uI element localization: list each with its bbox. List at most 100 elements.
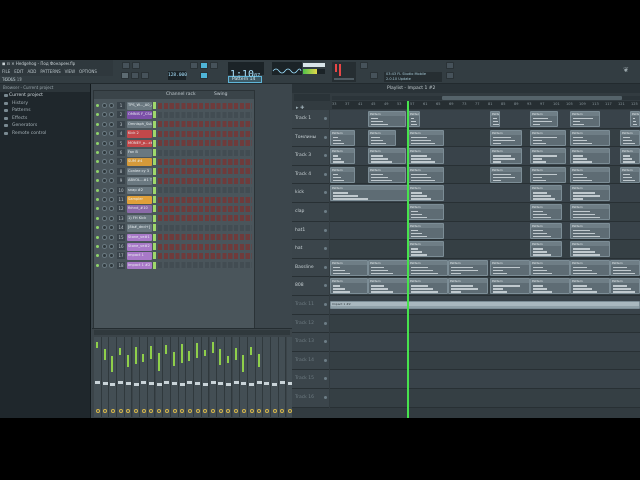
channel-led[interactable] (96, 169, 99, 173)
loop-record-icon[interactable] (200, 72, 208, 79)
volume-fader[interactable] (264, 382, 270, 385)
pattern-clip[interactable]: Pattern (368, 111, 406, 127)
track-mute-button[interactable] (324, 321, 327, 325)
track-lane[interactable]: PatternPatternPatternPatternPatternPatte… (330, 147, 640, 166)
channel-row[interactable]: 2OMNIS F_CSAXS (94, 110, 254, 119)
track-lane[interactable]: PatternPatternPatternPatternPatternPatte… (330, 258, 640, 278)
mixer-insert[interactable] (117, 337, 125, 417)
send-knob[interactable] (172, 409, 177, 413)
channel-select[interactable] (153, 252, 156, 260)
channel-select[interactable] (153, 158, 156, 166)
pattern-clip[interactable]: Pattern (448, 259, 488, 276)
mixer-insert[interactable] (217, 337, 225, 417)
channel-led[interactable] (96, 263, 99, 267)
channel-led[interactable] (96, 216, 99, 220)
play-button[interactable] (121, 72, 129, 79)
pan-knob[interactable] (102, 187, 107, 193)
track-mute-button[interactable] (324, 154, 327, 158)
volume-knob[interactable] (109, 178, 114, 184)
track-lane[interactable] (330, 389, 640, 408)
channel-row[interactable]: 18 Impact 1 #2 (94, 261, 254, 270)
channel-row[interactable]: 13 1) FH Kick (94, 214, 254, 223)
track-header[interactable]: Track 13 (292, 333, 329, 352)
menu-item-add[interactable]: ADD (25, 68, 38, 76)
pattern-clip[interactable]: Pattern (630, 111, 640, 127)
mixer-insert[interactable] (255, 337, 264, 417)
volume-fader[interactable] (148, 382, 154, 385)
browser-item[interactable]: Current project (0, 92, 90, 100)
pan-knob[interactable] (102, 215, 107, 221)
channel-led[interactable] (96, 207, 99, 211)
mixer-track-number[interactable]: 5 (117, 139, 125, 147)
mixer-insert[interactable] (101, 337, 110, 417)
mixer-insert[interactable] (201, 337, 210, 417)
pattern-clip[interactable]: Pattern (530, 278, 570, 295)
channel-select[interactable] (153, 167, 156, 175)
pattern-clip[interactable]: Pattern (620, 148, 640, 165)
pattern-clip[interactable]: Pattern (408, 278, 448, 295)
step-sequencer[interactable] (158, 262, 252, 269)
mixer-insert[interactable] (263, 337, 271, 417)
channel-led[interactable] (96, 245, 99, 248)
mixer-insert[interactable] (124, 337, 133, 417)
pattern-clip[interactable]: Pattern (408, 129, 444, 146)
channel-name-button[interactable]: fbhnd_#10 (127, 205, 152, 213)
channel-select[interactable] (153, 224, 156, 232)
channel-select[interactable] (153, 111, 156, 119)
channel-row[interactable]: 15 Stone_ve#1 (94, 233, 254, 242)
track-mute-button[interactable] (324, 303, 327, 306)
pattern-clip[interactable]: Pattern (368, 278, 408, 295)
pattern-clip[interactable]: Pattern (408, 111, 420, 127)
browser-item[interactable]: Patterns (0, 107, 90, 115)
pattern-clip[interactable]: Pattern (530, 111, 558, 127)
send-knob[interactable] (234, 409, 239, 413)
pattern-clip[interactable]: Pattern (330, 148, 355, 165)
pattern-clip[interactable]: Pattern (610, 259, 640, 276)
send-knob[interactable] (164, 409, 169, 413)
pattern-clip[interactable]: Pattern (570, 148, 610, 165)
step-sequencer[interactable] (158, 121, 252, 128)
send-knob[interactable] (218, 409, 223, 413)
pattern-clip[interactable]: Pattern (620, 129, 640, 146)
audio-clip[interactable]: Impact 1 #2 (330, 301, 640, 309)
pattern-clip[interactable]: Pattern (610, 278, 640, 295)
volume-knob[interactable] (109, 112, 114, 118)
mixer-insert[interactable] (240, 337, 248, 417)
mixer-insert[interactable] (178, 337, 187, 417)
pattern-clip[interactable]: Pattern (490, 129, 522, 146)
pan-knob[interactable] (102, 225, 107, 231)
send-knob[interactable] (126, 409, 131, 413)
pan-knob[interactable] (102, 168, 107, 174)
volume-knob[interactable] (109, 187, 114, 193)
mixer-track-number[interactable]: 15 (117, 233, 125, 241)
step-sequencer[interactable] (158, 140, 252, 147)
mixer-insert[interactable] (132, 337, 140, 417)
channel-row[interactable]: 11 Sampler (94, 195, 254, 204)
pattern-clip[interactable]: Pattern (448, 278, 488, 295)
step-edit-icon[interactable] (200, 62, 208, 69)
send-knob[interactable] (157, 409, 162, 413)
window-controls[interactable]: ◼ ⊟ ✕ (0, 61, 15, 66)
pattern-clip[interactable]: Pattern (408, 222, 444, 239)
send-knob[interactable] (211, 409, 215, 413)
send-knob[interactable] (272, 409, 277, 413)
pattern-clip[interactable]: Pattern (530, 259, 570, 276)
volume-fader[interactable] (133, 383, 139, 386)
pan-knob[interactable] (102, 244, 107, 249)
track-mute-button[interactable] (324, 172, 327, 176)
send-knob[interactable] (141, 409, 146, 413)
mixer-insert[interactable] (194, 337, 202, 417)
send-knob[interactable] (95, 409, 100, 413)
channel-name-button[interactable]: Impact 1 #2 (127, 261, 152, 270)
pattern-clip[interactable]: Pattern (490, 148, 522, 165)
channel-name-button[interactable]: OMNIS F_CSAXS (127, 111, 152, 119)
pattern-clip[interactable]: Pattern (490, 166, 522, 183)
mixer-track-number[interactable]: 6 (117, 149, 125, 156)
track-header[interactable]: Track 15 (292, 370, 329, 389)
volume-fader[interactable] (172, 382, 177, 385)
menu-item-edit[interactable]: EDIT (12, 68, 25, 76)
timeline-ruler[interactable]: 33 37 41 45 49 53 57 61 65 69 73 77 81 85 89 93 97 101 105… (332, 101, 640, 109)
volume-knob[interactable] (109, 253, 114, 259)
channel-select[interactable] (153, 102, 156, 109)
channel-name-button[interactable]: Sampler (127, 196, 152, 204)
